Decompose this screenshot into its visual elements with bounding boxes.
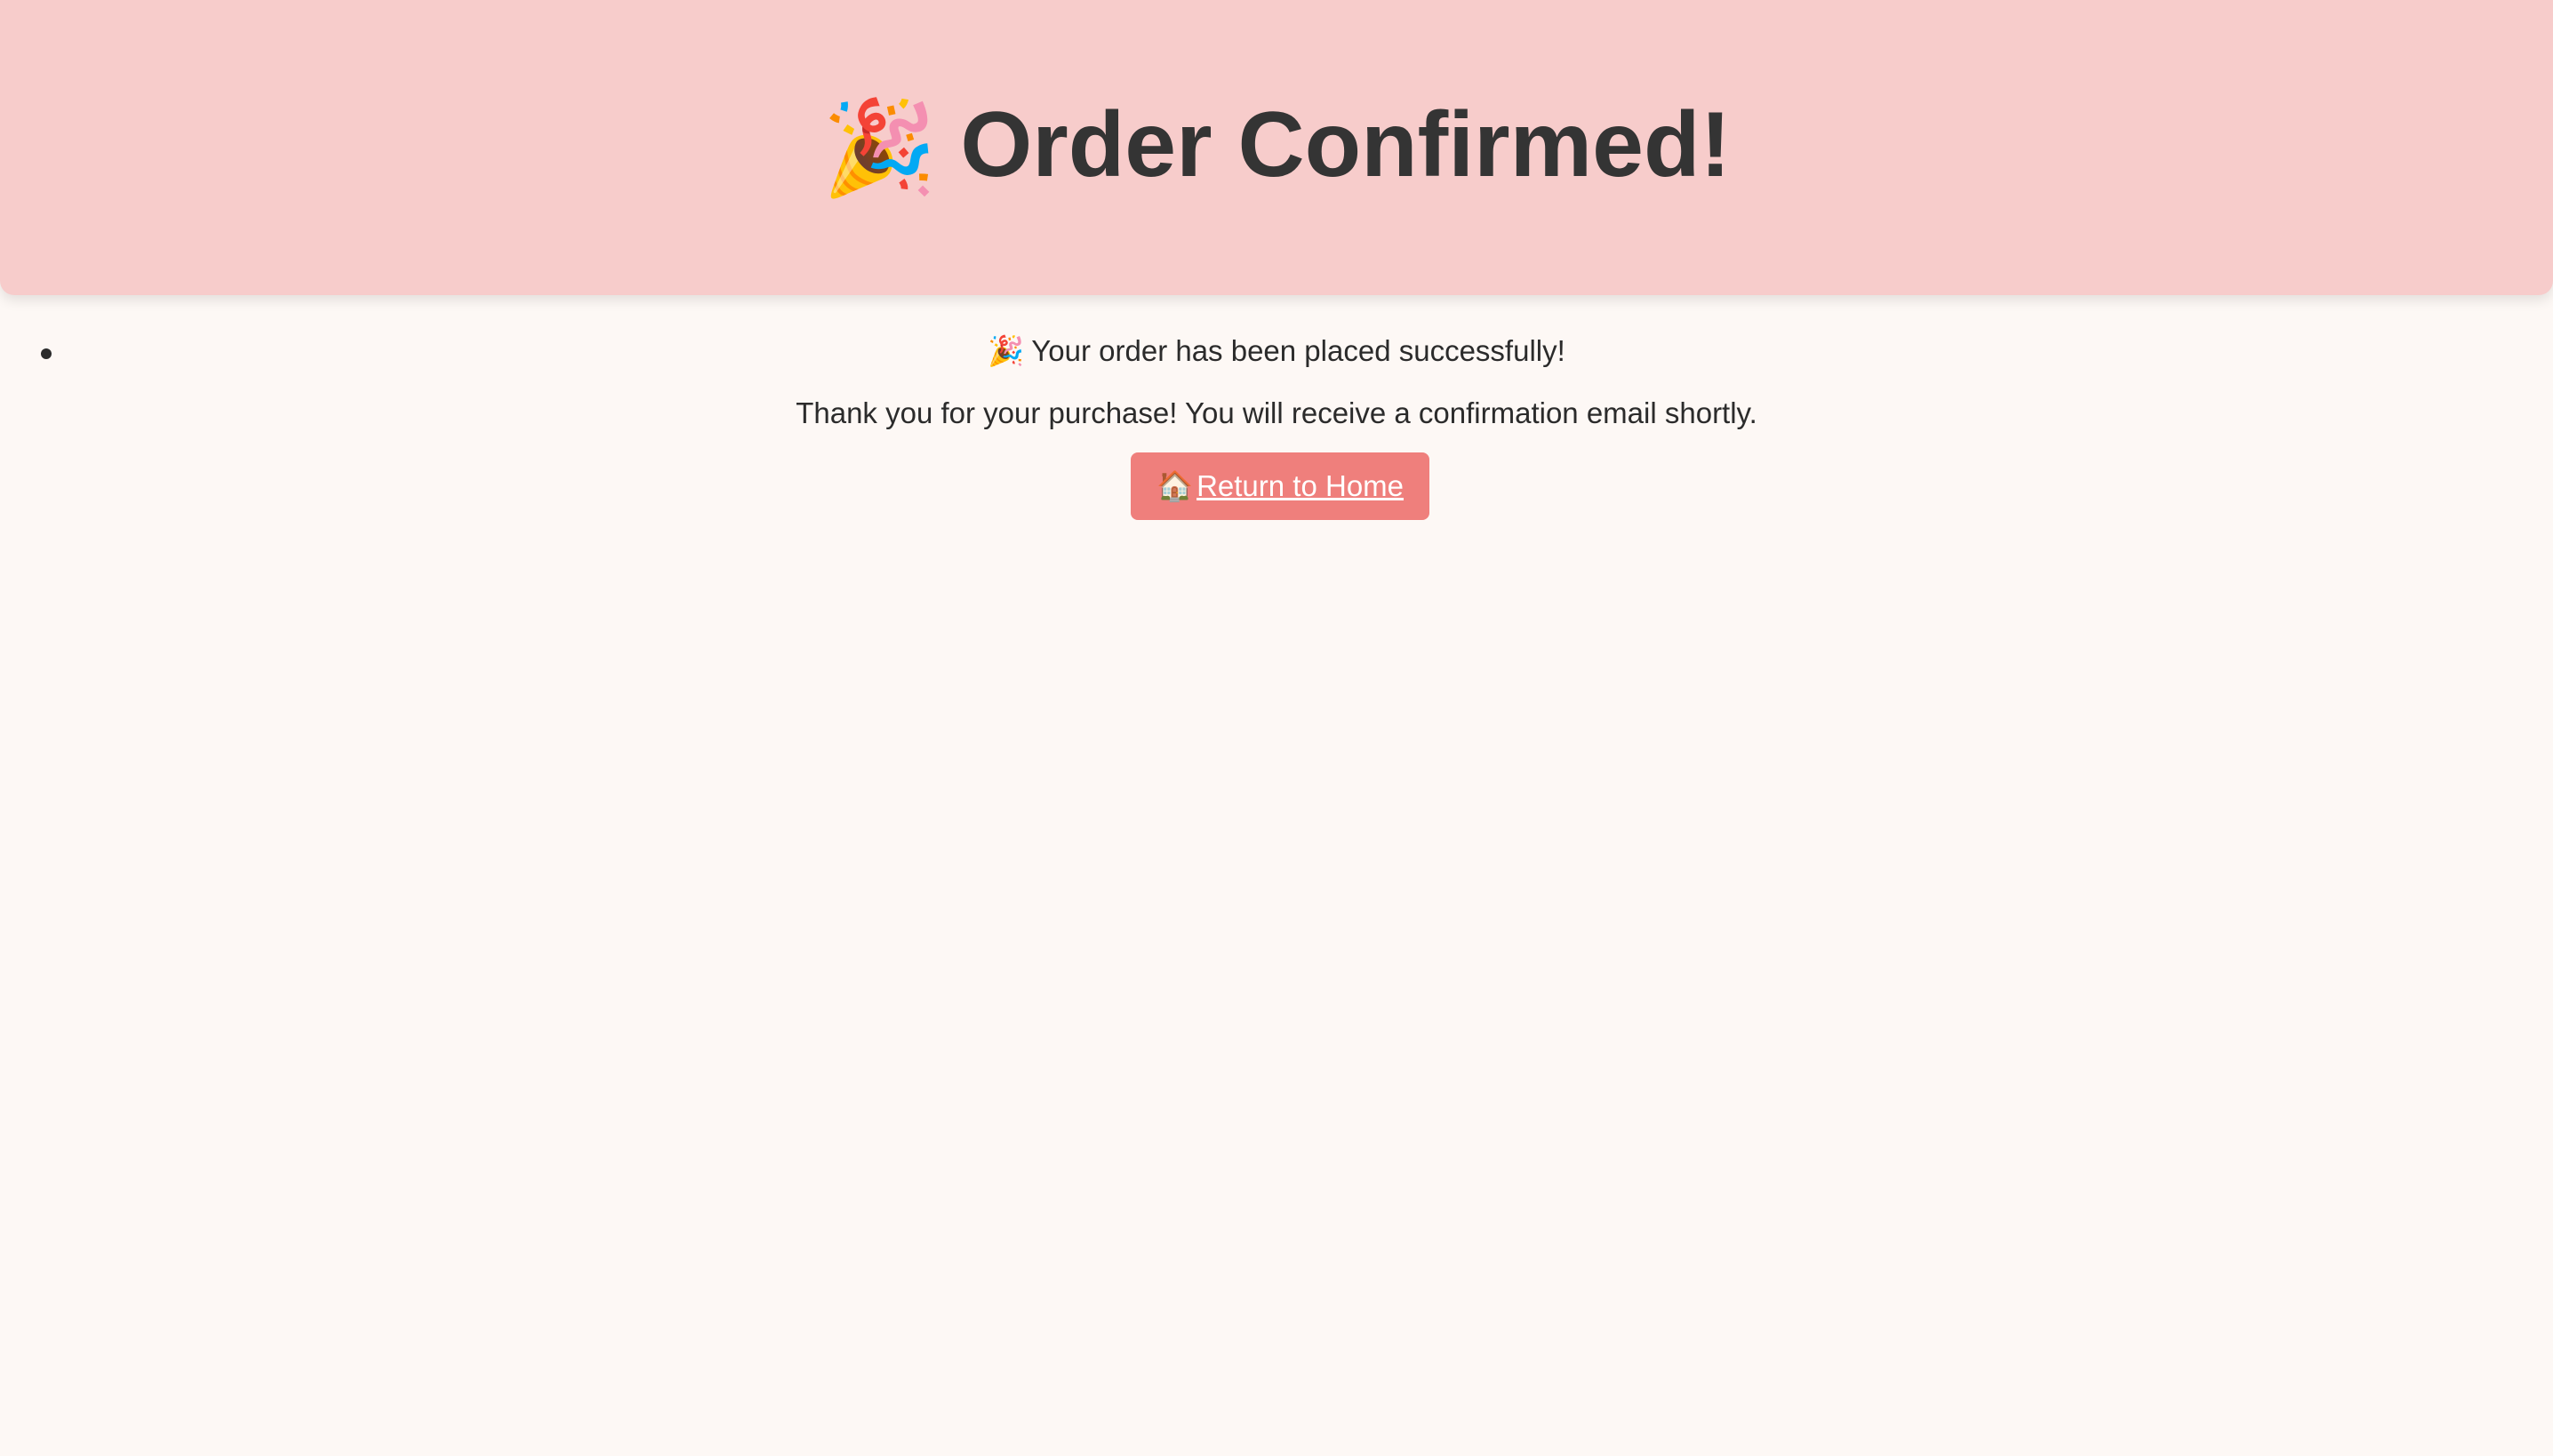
party-popper-icon: 🎉 bbox=[821, 97, 938, 200]
success-message: 🎉 Your order has been placed successfully… bbox=[0, 331, 2553, 372]
return-home-label: Return to Home bbox=[1196, 469, 1405, 502]
message-list: 🎉 Your order has been placed successfully… bbox=[0, 331, 2553, 372]
list-bullet bbox=[41, 348, 52, 359]
return-home-button[interactable]: 🏠 Return to Home bbox=[1131, 452, 1429, 520]
thank-you-message: Thank you for your purchase! You will re… bbox=[796, 396, 1757, 429]
house-icon: 🏠 bbox=[1156, 469, 1194, 502]
page-title-text: Order Confirmed! bbox=[960, 93, 1732, 196]
party-popper-icon: 🎉 bbox=[988, 334, 1025, 367]
list-item: 🎉 Your order has been placed successfully… bbox=[0, 331, 2553, 372]
page-title: 🎉 Order Confirmed! bbox=[0, 87, 2553, 206]
success-message-text: Your order has been placed successfully! bbox=[1031, 334, 1565, 367]
confirmation-header: 🎉 Order Confirmed! bbox=[0, 0, 2553, 295]
